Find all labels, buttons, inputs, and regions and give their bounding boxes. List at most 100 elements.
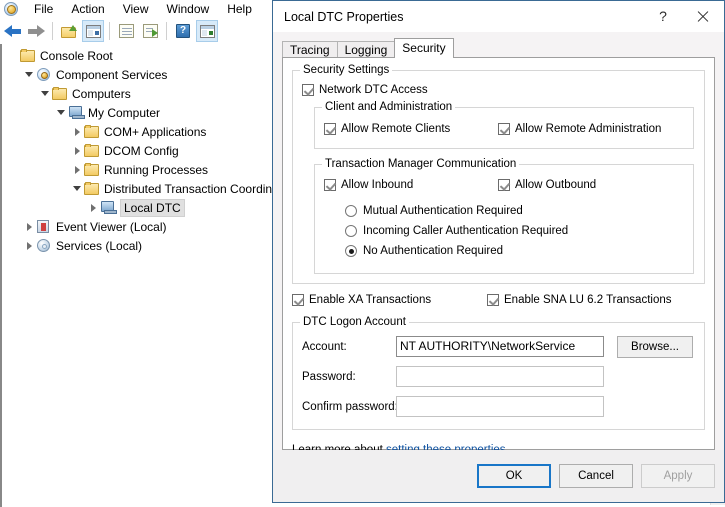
component-services-icon — [3, 1, 19, 17]
event-viewer-icon — [36, 219, 52, 234]
up-one-level-button[interactable] — [58, 20, 80, 42]
checkbox-allow-remote-administration[interactable]: Allow Remote Administration — [498, 123, 661, 135]
folder-icon — [84, 143, 100, 158]
cancel-button[interactable]: Cancel — [559, 464, 633, 488]
close-icon — [696, 10, 709, 23]
folder-icon — [84, 124, 100, 139]
apply-button[interactable]: Apply — [641, 464, 715, 488]
checkbox-label: Enable SNA LU 6.2 Transactions — [504, 294, 672, 306]
security-settings-legend: Security Settings — [300, 64, 393, 76]
chevron-right-icon[interactable] — [22, 239, 36, 253]
checkbox-label: Allow Remote Administration — [515, 123, 662, 135]
radio-label: No Authentication Required — [363, 245, 504, 257]
folder-icon — [20, 48, 36, 63]
back-button[interactable] — [1, 20, 23, 42]
radio-indicator — [345, 225, 357, 237]
close-button[interactable] — [680, 1, 724, 31]
menu-view[interactable]: View — [114, 0, 158, 18]
tree-item-local-dtc[interactable]: Local DTC — [2, 198, 292, 217]
component-services-icon — [36, 67, 52, 82]
chevron-down-icon[interactable] — [38, 87, 52, 101]
tree-item-label: DCOM Config — [104, 143, 179, 158]
tab-tracing[interactable]: Tracing — [282, 41, 338, 58]
chevron-right-icon[interactable] — [70, 144, 84, 158]
checkbox-enable-xa-transactions[interactable]: Enable XA Transactions — [292, 294, 431, 306]
chevron-right-icon[interactable] — [70, 125, 84, 139]
export-list-button[interactable] — [139, 20, 161, 42]
new-window-icon — [199, 24, 215, 38]
folder-icon — [84, 181, 100, 196]
radio-indicator — [345, 245, 357, 257]
tree-item-label: Running Processes — [104, 162, 209, 177]
tree-item-computers[interactable]: Computers — [2, 84, 292, 103]
checkbox-enable-sna-lu-62-transactions[interactable]: Enable SNA LU 6.2 Transactions — [487, 294, 672, 306]
security-settings-group: Security Settings Network DTC Access Cli… — [292, 64, 705, 284]
chevron-down-icon[interactable] — [70, 182, 84, 196]
chevron-right-icon[interactable] — [22, 220, 36, 234]
browse-button[interactable]: Browse... — [617, 336, 693, 358]
dialog-body: Tracing Logging Security Security Settin… — [273, 32, 724, 502]
forward-button[interactable] — [25, 20, 47, 42]
tab-logging[interactable]: Logging — [336, 41, 396, 58]
console-tree[interactable]: Console Root Component Services Computers M… — [2, 46, 292, 255]
new-window-button[interactable] — [196, 20, 218, 42]
tree-item-console-root[interactable]: Console Root — [2, 46, 292, 65]
checkbox-allow-remote-clients[interactable]: Allow Remote Clients — [324, 123, 450, 135]
folder-icon — [52, 86, 68, 101]
radio-no-authentication-required[interactable]: No Authentication Required — [345, 245, 503, 257]
checkbox-indicator — [302, 84, 314, 96]
toolbar-separator — [109, 22, 110, 40]
ok-button[interactable]: OK — [477, 464, 551, 488]
tab-security[interactable]: Security — [394, 38, 454, 58]
checkbox-allow-inbound[interactable]: Allow Inbound — [324, 179, 413, 191]
confirm-password-input[interactable] — [396, 396, 604, 417]
password-label: Password: — [302, 371, 356, 383]
checkbox-allow-outbound[interactable]: Allow Outbound — [498, 179, 596, 191]
checkbox-indicator — [292, 294, 304, 306]
confirm-password-label: Confirm password: — [302, 401, 398, 413]
client-and-administration-legend: Client and Administration — [322, 101, 456, 113]
properties-button[interactable] — [115, 20, 137, 42]
tree-item-component-services[interactable]: Component Services — [2, 65, 292, 84]
tree-item-label: Computers — [72, 86, 131, 101]
password-input[interactable] — [396, 366, 604, 387]
chevron-down-icon[interactable] — [22, 68, 36, 82]
tree-item-com-applications[interactable]: COM+ Applications — [2, 122, 292, 141]
chevron-right-icon[interactable] — [86, 201, 100, 215]
tree-item-my-computer[interactable]: My Computer — [2, 103, 292, 122]
tree-item-label: Console Root — [40, 48, 113, 63]
chevron-right-icon[interactable] — [70, 163, 84, 177]
dialog-title-bar[interactable]: Local DTC Properties ? — [273, 1, 724, 32]
show-hide-console-tree-button[interactable] — [82, 20, 104, 42]
checkbox-indicator — [324, 123, 336, 135]
menu-help[interactable]: Help — [218, 0, 261, 18]
tree-twisty-spacer — [6, 49, 20, 63]
client-and-administration-group: Client and Administration Allow Remote C… — [314, 101, 694, 149]
tree-item-distributed-transaction-coordin[interactable]: Distributed Transaction Coordin — [2, 179, 292, 198]
tree-item-label: Distributed Transaction Coordin — [104, 181, 273, 196]
radio-label: Incoming Caller Authentication Required — [363, 225, 569, 237]
local-dtc-properties-dialog: Local DTC Properties ? Tracing Logging S… — [272, 0, 725, 503]
properties-window-icon — [118, 24, 134, 38]
tree-item-dcom-config[interactable]: DCOM Config — [2, 141, 292, 160]
tree-item-running-processes[interactable]: Running Processes — [2, 160, 292, 179]
checkbox-label: Network DTC Access — [319, 84, 428, 96]
checkbox-network-dtc-access[interactable]: Network DTC Access — [302, 84, 428, 96]
help-icon[interactable]: ? — [646, 1, 680, 31]
menu-action[interactable]: Action — [62, 0, 113, 18]
folder-up-icon — [61, 24, 77, 38]
menu-window[interactable]: Window — [158, 0, 219, 18]
help-button[interactable]: ? — [172, 20, 194, 42]
arrow-right-icon — [27, 24, 45, 38]
arrow-left-icon — [3, 24, 21, 38]
menu-file[interactable]: File — [25, 0, 62, 18]
security-tab-panel: Security Settings Network DTC Access Cli… — [282, 57, 715, 456]
tree-item-event-viewer-local[interactable]: Event Viewer (Local) — [2, 217, 292, 236]
chevron-down-icon[interactable] — [54, 106, 68, 120]
radio-mutual-authentication-required[interactable]: Mutual Authentication Required — [345, 205, 523, 217]
account-input[interactable]: NT AUTHORITY\NetworkService — [396, 336, 604, 357]
radio-incoming-caller-authentication-required[interactable]: Incoming Caller Authentication Required — [345, 225, 568, 237]
tree-item-services-local[interactable]: Services (Local) — [2, 236, 292, 255]
tab-strip: Tracing Logging Security — [282, 38, 715, 58]
dtc-logon-account-legend: DTC Logon Account — [300, 316, 409, 328]
